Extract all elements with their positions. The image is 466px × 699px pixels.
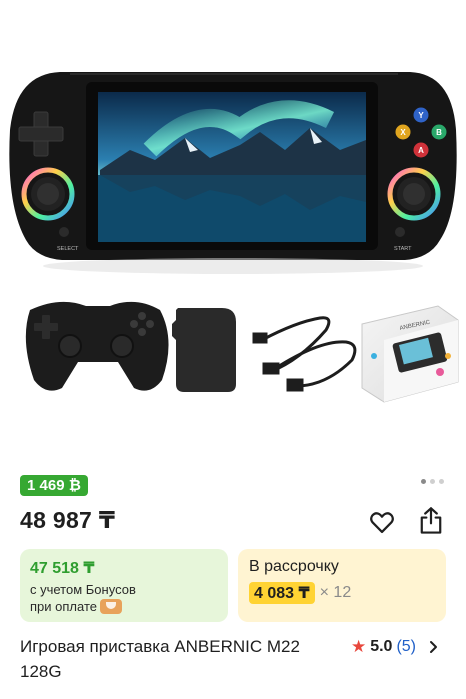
a-label: A xyxy=(418,146,424,155)
start-label: START xyxy=(394,246,412,252)
rating-link[interactable]: ★ 5.0 (5) xyxy=(351,637,438,657)
rating-value: 5.0 xyxy=(370,638,393,655)
review-count[interactable]: (5) xyxy=(396,638,416,656)
product-title: Игровая приставка ANBERNIC M22 128G xyxy=(20,637,300,681)
kaspi-grin-icon xyxy=(99,599,122,614)
pagination-dot[interactable] xyxy=(439,479,444,484)
pagination-dot[interactable] xyxy=(430,479,435,484)
b-label: B xyxy=(436,128,442,137)
installment-card[interactable]: В рассрочку 4 083 ₸ × 12 xyxy=(238,549,446,622)
heart-icon[interactable] xyxy=(368,508,396,536)
bonus-note-line2: при оплате xyxy=(30,599,97,614)
bonus-badge: 1 469 ₿ xyxy=(20,475,88,496)
x-label: X xyxy=(400,128,406,137)
memory-card-image xyxy=(172,308,236,392)
y-label: Y xyxy=(418,111,424,120)
pagination-dot[interactable] xyxy=(421,479,426,484)
bonus-price: 47 518 ₸ xyxy=(30,560,95,577)
select-label: SELECT xyxy=(57,246,79,252)
product-gallery[interactable]: Y X B A SELECT START ANBERNIC xyxy=(0,0,466,460)
installment-label: В рассрочку xyxy=(249,558,339,575)
monthly-payment: 4 083 ₸ xyxy=(249,582,315,604)
console-image: Y X B A SELECT START xyxy=(9,72,457,260)
cables-image xyxy=(252,316,357,392)
retail-box-image: ANBERNIC xyxy=(361,305,459,403)
gallery-pagination[interactable] xyxy=(421,479,444,484)
installment-months: × 12 xyxy=(319,584,352,601)
bonus-note-line1: с учетом Бонусов xyxy=(30,582,136,597)
star-icon: ★ xyxy=(350,637,367,656)
chevron-right-icon xyxy=(430,641,437,653)
bonus-price-card[interactable]: 47 518 ₸ с учетом Бонусов при оплате xyxy=(20,549,228,622)
product-price: 48 987 ₸ xyxy=(20,507,116,533)
gamepad-image xyxy=(25,301,169,391)
share-icon[interactable] xyxy=(417,506,445,536)
